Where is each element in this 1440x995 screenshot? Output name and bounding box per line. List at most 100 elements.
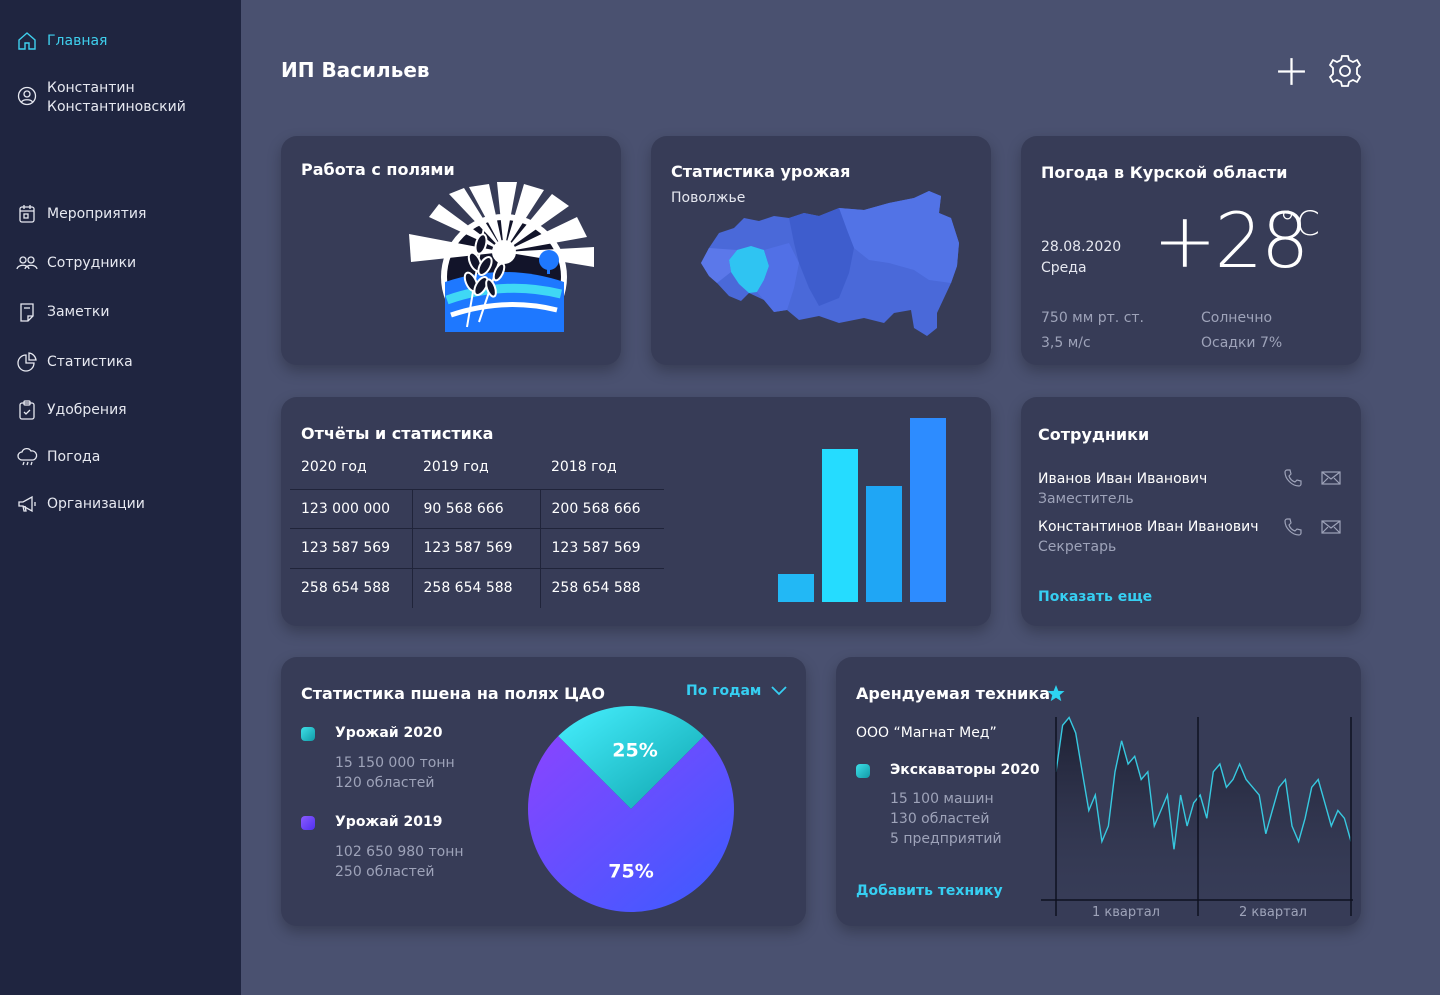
year-filter-label: По годам xyxy=(686,683,762,699)
legend-value: 15 150 000 тонн xyxy=(335,755,455,771)
millet-card[interactable]: Статистика пшена на полях ЦАО По годам У… xyxy=(281,657,806,926)
gear-icon[interactable] xyxy=(1327,53,1363,89)
sidebar-item-label: Мероприятия xyxy=(47,206,147,222)
reports-bar-chart xyxy=(778,418,946,602)
sidebar-item-label: Погода xyxy=(47,449,101,465)
legend-value: 102 650 980 тонн xyxy=(335,844,464,860)
bar[interactable] xyxy=(866,486,902,602)
sidebar-item-fertilizers[interactable]: Удобрения xyxy=(16,399,127,421)
rental-line-chart: 1 квартал 2 квартал xyxy=(1041,716,1353,920)
russia-map[interactable] xyxy=(689,188,969,336)
table-cell: 200 568 666 xyxy=(540,489,664,529)
users-icon xyxy=(16,256,38,270)
plus-icon[interactable] xyxy=(1276,56,1307,87)
weather-card-title: Погода в Курской области xyxy=(1041,163,1288,182)
sidebar-item-label: Главная xyxy=(47,33,108,49)
home-icon xyxy=(18,32,36,50)
column-header: 2019 год xyxy=(412,459,540,490)
legend-label: Урожай 2020 xyxy=(335,725,443,741)
megaphone-icon xyxy=(18,495,36,513)
sidebar-item-weather[interactable]: Погода xyxy=(16,446,100,468)
x-tick-label: 2 квартал xyxy=(1239,905,1307,920)
column-header: 2020 год xyxy=(290,459,412,490)
calendar-icon xyxy=(19,205,35,223)
phone-icon[interactable] xyxy=(1283,517,1303,537)
employee-role: Заместитель xyxy=(1038,491,1134,507)
millet-pie-chart[interactable]: 25% 75% xyxy=(526,704,736,914)
notes-icon xyxy=(20,303,34,322)
employees-card[interactable]: Сотрудники Иванов Иван Иванович Заместит… xyxy=(1021,397,1361,626)
weather-weekday: Среда xyxy=(1041,260,1087,276)
legend-regions: 120 областей xyxy=(335,775,435,791)
fields-card[interactable]: Работа с полями xyxy=(281,136,621,365)
star-icon[interactable] xyxy=(1047,685,1065,702)
mail-icon[interactable] xyxy=(1321,517,1341,537)
bar[interactable] xyxy=(778,574,814,602)
harvest-card[interactable]: Статистика урожая Поволжье xyxy=(651,136,991,365)
x-tick-label: 1 квартал xyxy=(1092,905,1160,920)
table-cell: 258 654 588 xyxy=(412,568,541,608)
bar[interactable] xyxy=(910,418,946,602)
sidebar-item-statistics[interactable]: Статистика xyxy=(16,351,133,373)
show-more-link[interactable]: Показать еще xyxy=(1038,589,1152,605)
table-cell: 258 654 588 xyxy=(290,568,413,608)
millet-card-title: Статистика пшена на полях ЦАО xyxy=(301,684,605,703)
page-title: ИП Васильев xyxy=(281,58,430,82)
add-equipment-link[interactable]: Добавить технику xyxy=(856,883,1003,899)
table-row[interactable]: 123 000 000 90 568 666 200 568 666 xyxy=(290,489,664,529)
weather-condition: Солнечно xyxy=(1201,310,1273,326)
sidebar-item-label: Удобрения xyxy=(47,402,127,418)
pie-label: 25% xyxy=(612,739,657,761)
sidebar-item-notes[interactable]: Заметки xyxy=(16,301,109,323)
chevron-down-icon xyxy=(771,686,787,696)
employee-role: Секретарь xyxy=(1038,539,1117,555)
employee-item[interactable]: Иванов Иван Иванович Заместитель xyxy=(1038,469,1207,509)
bar[interactable] xyxy=(822,449,858,602)
table-row[interactable]: 258 654 588 258 654 588 258 654 588 xyxy=(290,568,664,608)
table-row[interactable]: 123 587 569 123 587 569 123 587 569 xyxy=(290,528,664,569)
sidebar-item-employees[interactable]: Сотрудники xyxy=(16,252,136,274)
legend-dot xyxy=(856,764,870,778)
employee-name: Константинов Иван Иванович xyxy=(1038,519,1259,535)
rental-regions: 130 областей xyxy=(890,811,990,827)
mail-icon[interactable] xyxy=(1321,468,1341,488)
rental-machines: 15 100 машин xyxy=(890,791,994,807)
rental-company: ООО “Магнат Мед” xyxy=(856,725,997,741)
rental-card[interactable]: Арендуемая техника ООО “Магнат Мед” Экск… xyxy=(836,657,1361,926)
phone-icon[interactable] xyxy=(1283,468,1303,488)
column-header: 2018 год xyxy=(540,459,664,490)
legend-dot xyxy=(301,727,315,741)
reports-card[interactable]: Отчёты и статистика 2020 год 2019 год 20… xyxy=(281,397,991,626)
weather-pressure: 750 мм рт. ст. xyxy=(1041,310,1144,326)
pie-chart-icon xyxy=(17,352,37,372)
weather-card[interactable]: Погода в Курской области 28.08.2020 Сред… xyxy=(1021,136,1361,365)
sidebar-item-label: Статистика xyxy=(47,354,133,370)
sidebar: Главная Константин Константиновский Меро… xyxy=(0,0,241,995)
year-filter-dropdown[interactable]: По годам xyxy=(686,683,787,699)
cloud-rain-icon xyxy=(17,447,38,466)
harvest-card-title: Статистика урожая xyxy=(671,162,851,181)
weather-precipitation: Осадки 7% xyxy=(1201,335,1283,351)
weather-date: 28.08.2020 xyxy=(1041,239,1122,255)
field-sun-logo-icon xyxy=(409,182,594,332)
table-cell: 123 587 569 xyxy=(540,528,664,569)
weather-unit: °C xyxy=(1279,204,1320,244)
table-header-row: 2020 год 2019 год 2018 год xyxy=(290,459,664,490)
table-cell: 123 000 000 xyxy=(290,489,413,529)
sidebar-item-label: Организации xyxy=(47,496,145,512)
sidebar-item-home[interactable]: Главная xyxy=(16,30,107,52)
employees-card-title: Сотрудники xyxy=(1038,425,1150,444)
table-cell: 123 587 569 xyxy=(290,528,413,569)
legend-regions: 250 областей xyxy=(335,864,435,880)
clipboard-icon xyxy=(19,400,35,420)
sidebar-item-events[interactable]: Мероприятия xyxy=(16,203,146,225)
employee-item[interactable]: Константинов Иван Иванович Секретарь xyxy=(1038,517,1258,557)
sidebar-user[interactable]: Константин Константиновский xyxy=(16,79,186,117)
sidebar-item-organizations[interactable]: Организации xyxy=(16,493,145,515)
user-last-name: Константиновский xyxy=(47,99,186,115)
rental-item: Экскаваторы 2020 xyxy=(890,762,1040,778)
fields-card-title: Работа с полями xyxy=(301,160,455,179)
weather-wind: 3,5 м/с xyxy=(1041,335,1091,351)
table-cell: 258 654 588 xyxy=(551,580,641,596)
sidebar-item-label: Сотрудники xyxy=(47,255,137,271)
